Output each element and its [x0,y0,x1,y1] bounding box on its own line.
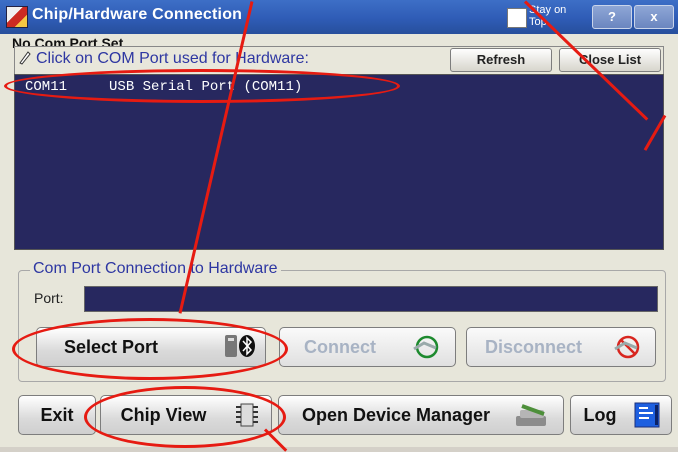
list-item-port: COM11 [25,79,68,95]
close-window-button[interactable]: x [634,5,674,29]
port-label: Port: [34,290,64,306]
com-port-list[interactable]: COM11 USB Serial Port (COM11) [14,74,664,250]
refresh-button[interactable]: Refresh [450,48,552,72]
pointer-icon [18,49,32,65]
usb-bluetooth-icon [222,333,256,359]
help-button[interactable]: ? [592,5,632,29]
disconnect-icon [609,334,643,360]
device-manager-label: Open Device Manager [301,405,491,425]
chip-view-label: Chip View [120,405,207,425]
stay-on-top-checkbox[interactable] [507,8,527,28]
select-port-button[interactable]: Select Port [36,327,266,367]
window-title: Chip/Hardware Connection [32,6,243,23]
instruction-text: Click on COM Port used for Hardware: [36,50,309,67]
stay-on-top-toggle[interactable]: Stay on Top [507,4,583,30]
log-button[interactable]: Log [570,395,672,435]
connect-label: Connect [304,337,376,357]
port-field[interactable] [84,286,658,312]
connection-group-title: Com Port Connection to Hardware [30,260,281,278]
disconnect-label: Disconnect [484,337,583,357]
chip-icon [234,402,260,428]
select-port-label: Select Port [63,337,159,357]
list-item-description: USB Serial Port (COM11) [109,79,303,95]
connect-icon [408,334,442,360]
log-label: Log [583,405,617,425]
connect-button[interactable]: Connect [279,327,456,367]
disconnect-button[interactable]: Disconnect [466,327,656,367]
list-item[interactable]: COM11 USB Serial Port (COM11) [25,79,302,95]
log-icon [633,401,661,429]
close-list-button[interactable]: Close List [559,48,661,72]
port-list-instruction: Click on COM Port used for Hardware: [18,49,309,68]
device-manager-icon [514,400,550,430]
chip-view-button[interactable]: Chip View [100,395,272,435]
open-device-manager-button[interactable]: Open Device Manager [278,395,564,435]
stay-on-top-label: Stay on Top [529,4,567,28]
chip-hardware-connection-window: Chip/Hardware Connection Stay on Top ? x… [0,0,678,452]
app-icon [6,6,28,28]
exit-button[interactable]: Exit [18,395,96,435]
title-bar[interactable]: Chip/Hardware Connection Stay on Top ? x [0,0,678,34]
exit-label: Exit [40,405,74,425]
